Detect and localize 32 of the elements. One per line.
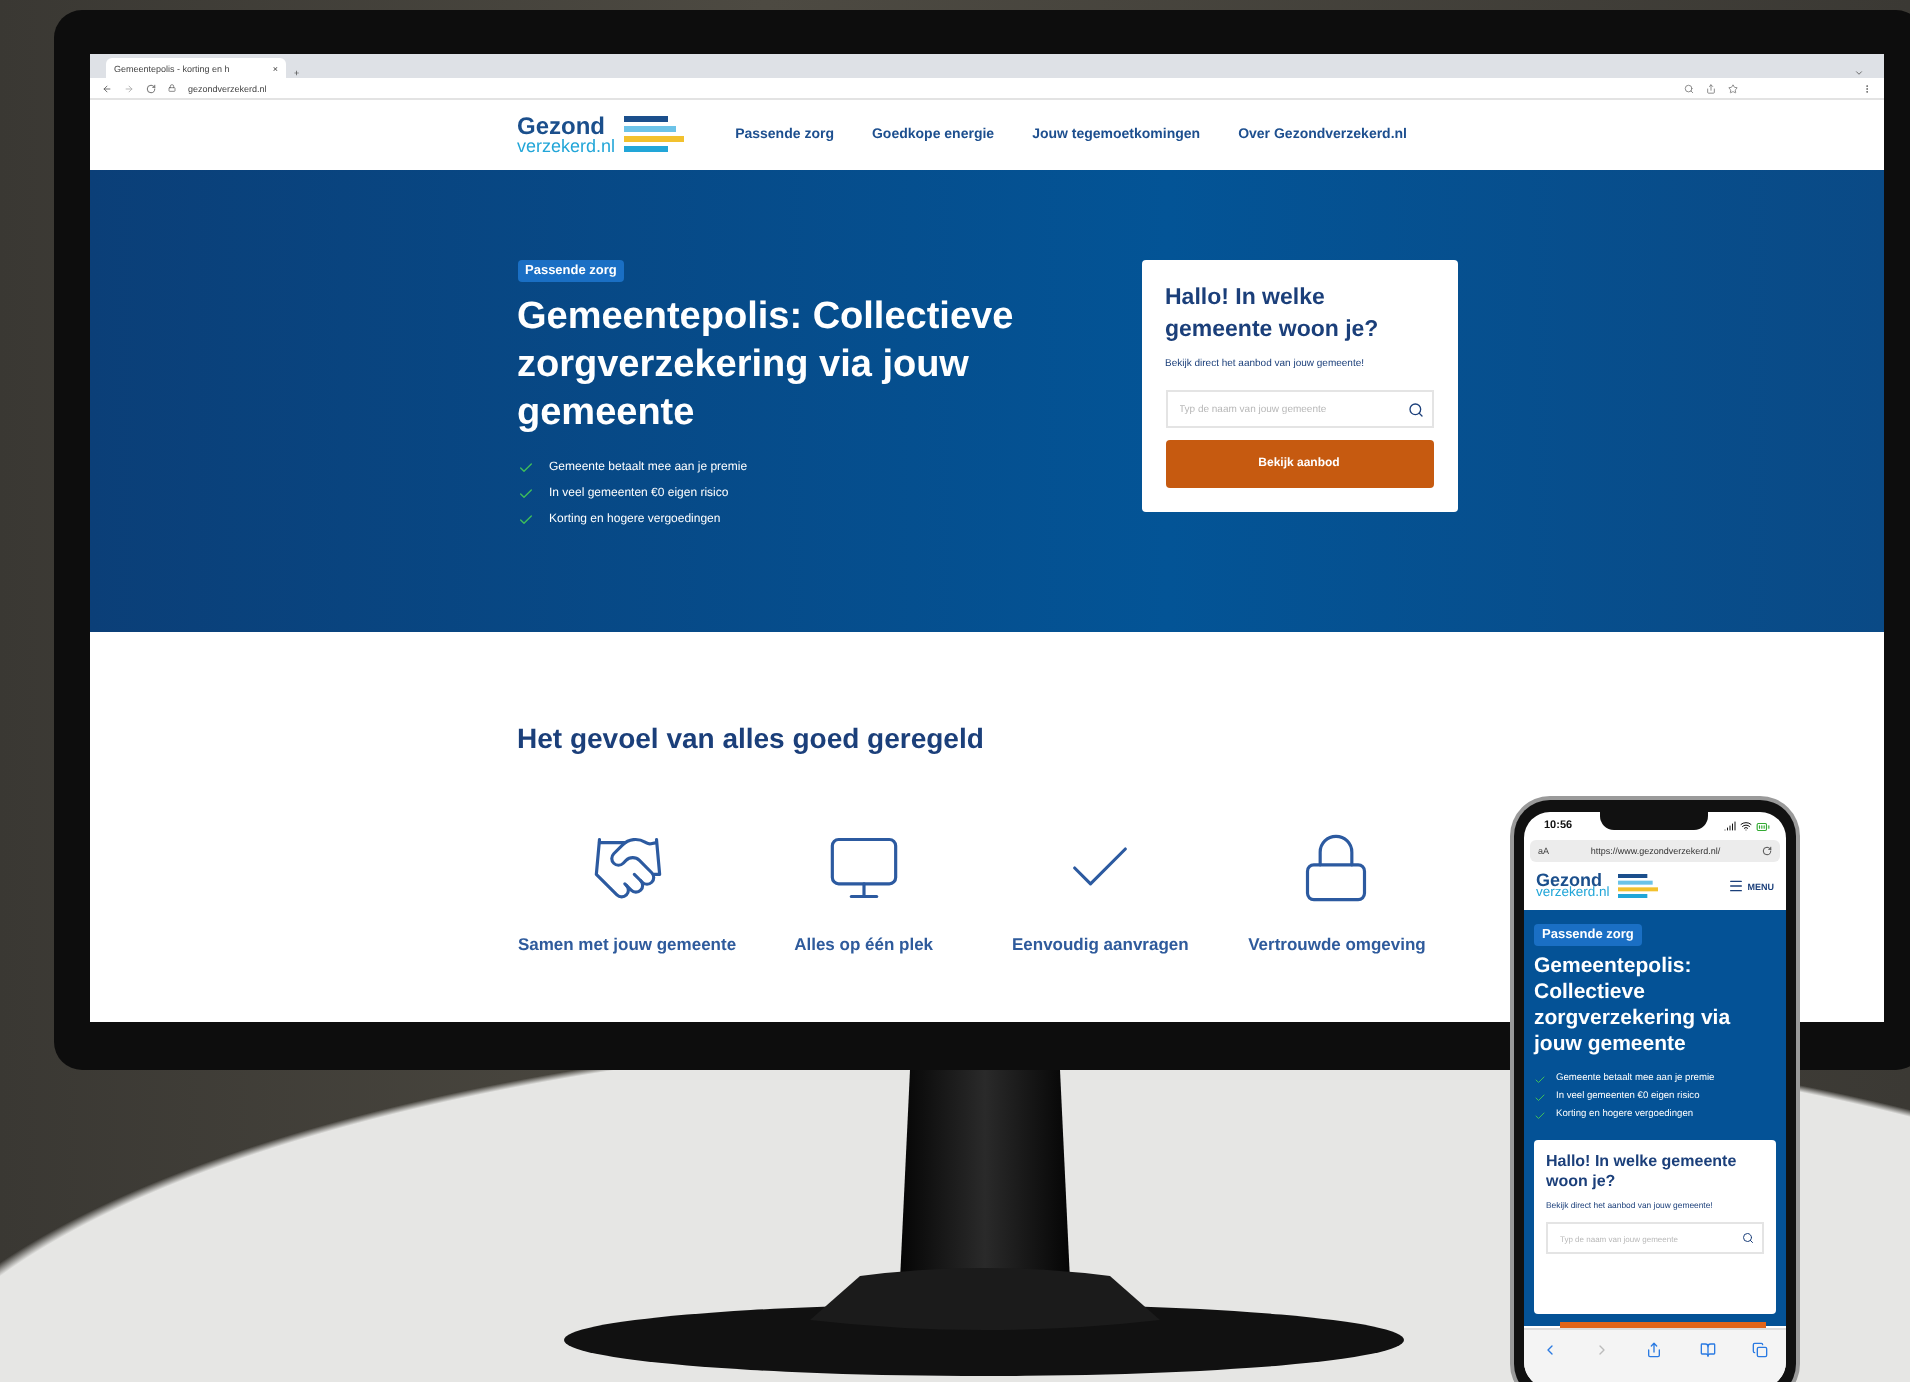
phone-notch <box>1600 812 1708 830</box>
logo-text[interactable]: Gezond <box>1536 871 1610 889</box>
share-icon[interactable] <box>1706 83 1716 93</box>
logo-bars-icon <box>623 116 684 153</box>
bookmarks-icon[interactable] <box>1699 1342 1716 1358</box>
reload-icon[interactable] <box>146 83 156 93</box>
wifi-icon <box>1740 819 1752 831</box>
section-title: Het gevoel van alles goed geregeld <box>517 722 986 754</box>
logo-text[interactable]: Gezond <box>517 116 616 138</box>
menu-icon <box>1727 878 1744 894</box>
hero-title: Gemeentepolis: Collectieve zorgverzekering via jouw gemeente <box>1534 954 1733 1059</box>
card-title: Hallo! In welke gemeente woon je? <box>1165 284 1381 346</box>
chevron-down-icon[interactable] <box>1854 68 1864 78</box>
tabs-icon[interactable] <box>1751 1342 1768 1358</box>
search-icon[interactable] <box>1684 83 1694 93</box>
share-icon[interactable] <box>1646 1342 1663 1358</box>
hero-title: Gemeentepolis: Collectieve zorgverzekering via jouw gemeente <box>517 294 1016 437</box>
back-icon[interactable] <box>102 83 112 93</box>
battery-icon <box>1756 819 1770 833</box>
search-icon <box>1742 1232 1754 1245</box>
card-title: Hallo! In welke gemeente woon je? <box>1546 1151 1739 1195</box>
star-icon[interactable] <box>1728 83 1738 93</box>
search-icon <box>1407 401 1423 418</box>
feature-label: Vertrouwde omgeving <box>1248 934 1426 954</box>
lock-icon <box>168 84 176 92</box>
feature-label: Eenvoudig aanvragen <box>1011 934 1189 954</box>
signal-icon <box>1724 819 1736 831</box>
forward-icon[interactable] <box>124 83 134 93</box>
feature-label: Alles op één plek <box>794 934 934 954</box>
feature-label: Samen met jouw gemeente <box>517 934 737 954</box>
reload-icon <box>1762 846 1772 856</box>
logo-bars-icon <box>1617 874 1658 898</box>
